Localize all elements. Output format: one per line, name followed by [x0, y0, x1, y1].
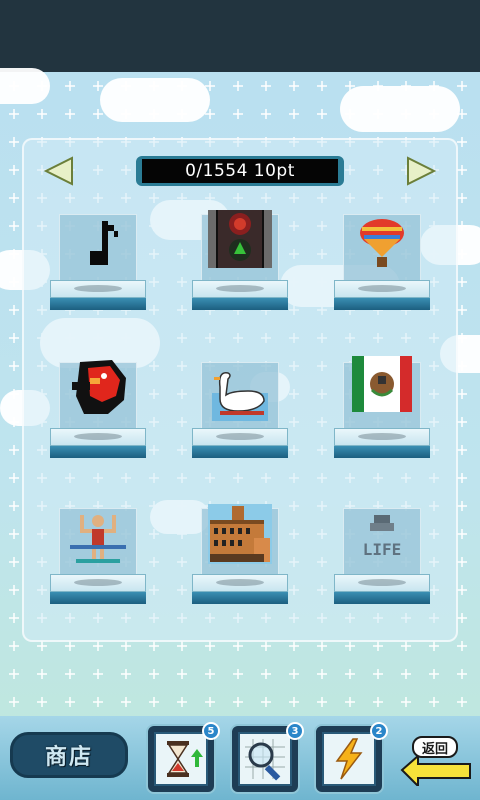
- hint-hourglass-button[interactable]: 5: [146, 722, 220, 794]
- puzzle-item-8[interactable]: [192, 504, 288, 604]
- puzzle-item-4[interactable]: [50, 360, 146, 458]
- puzzle-item-9[interactable]: LIFE: [334, 508, 430, 604]
- puzzle-item-1[interactable]: [50, 214, 146, 310]
- lightning-icon: [335, 738, 363, 780]
- hourglass-up-icon: [167, 741, 203, 777]
- music-note-icon: [90, 221, 118, 265]
- next-page-button[interactable]: [404, 154, 438, 188]
- magnifier-grid-icon: [245, 739, 285, 781]
- score-counter: 0/1554 10pt: [136, 156, 344, 186]
- counter-text: 0/1554 10pt: [142, 159, 338, 183]
- shop-label: 商店: [44, 745, 93, 770]
- hint-lightning-button[interactable]: 2: [314, 722, 388, 794]
- prev-page-button[interactable]: [42, 154, 76, 188]
- puzzle-item-3[interactable]: [334, 214, 430, 310]
- magnifier-count-badge: 3: [286, 722, 304, 740]
- top-status-bar: [0, 0, 480, 72]
- swan-boat-icon: [212, 372, 268, 421]
- gymnast-icon: [70, 515, 126, 563]
- arrow-left-icon: [43, 156, 73, 186]
- back-label: 返回: [412, 736, 458, 758]
- castle-building-icon: [208, 504, 272, 564]
- red-bird-icon: [72, 360, 126, 414]
- puzzle-item-5[interactable]: [192, 362, 288, 458]
- life-text: LIFE: [363, 540, 402, 559]
- back-button[interactable]: 返回: [400, 730, 474, 786]
- puzzle-item-7[interactable]: [50, 508, 146, 604]
- mexico-flag-icon: [352, 356, 412, 412]
- lightning-count-badge: 2: [370, 722, 388, 740]
- hourglass-count-badge: 5: [202, 722, 220, 740]
- arrow-right-icon: [407, 156, 437, 186]
- shop-button[interactable]: 商店: [10, 732, 128, 778]
- puzzle-item-6[interactable]: [334, 356, 430, 458]
- life-gravestone-icon: LIFE: [363, 515, 402, 559]
- hint-magnifier-button[interactable]: 3: [230, 722, 304, 794]
- traffic-light-icon: [208, 210, 272, 268]
- hot-air-balloon-icon: [360, 219, 404, 267]
- puzzle-item-2[interactable]: [192, 210, 288, 310]
